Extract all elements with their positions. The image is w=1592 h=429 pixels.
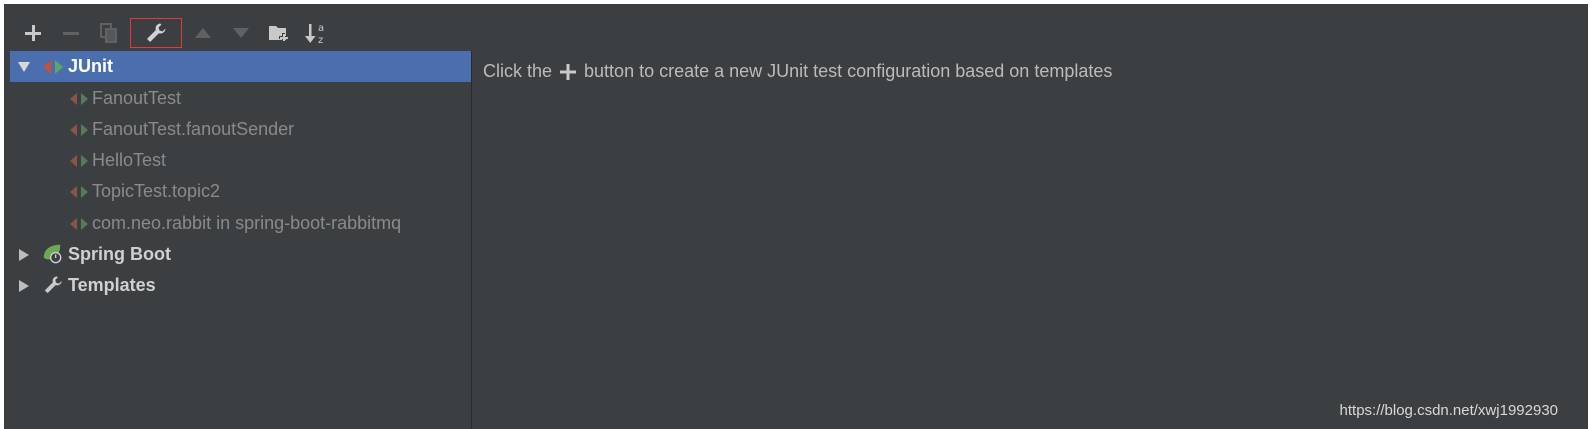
move-down-button[interactable] xyxy=(222,18,260,48)
junit-config-icon xyxy=(68,214,90,234)
sort-alphabetically-icon: a z xyxy=(305,23,324,45)
tree-item-config[interactable]: FanoutTest.fanoutSender xyxy=(10,114,471,145)
tree-item-label: TopicTest.topic2 xyxy=(92,181,221,201)
window-right-border xyxy=(1588,0,1592,429)
tree-item-config[interactable]: com.neo.rabbit in spring-boot-rabbitmq xyxy=(10,208,471,239)
sort-button[interactable]: a z xyxy=(298,18,336,48)
edit-templates-button[interactable] xyxy=(130,18,182,48)
window-left-border xyxy=(0,0,4,429)
junit-icon xyxy=(42,57,64,77)
junit-config-icon xyxy=(68,182,90,202)
message-text-after: button to create a new JUnit test config… xyxy=(584,61,1113,81)
move-up-icon xyxy=(195,28,211,38)
tree-item-label: com.neo.rabbit in spring-boot-rabbitmq xyxy=(92,213,402,233)
sort-glyph-z: z xyxy=(318,35,323,45)
tree-item-label: HelloTest xyxy=(92,150,167,170)
window-top-border xyxy=(0,0,1592,4)
watermark: https://blog.csdn.net/xwj1992930 xyxy=(1339,402,1558,419)
wrench-icon xyxy=(42,275,64,295)
collapsed-arrow-icon[interactable] xyxy=(17,248,31,262)
remove-button[interactable] xyxy=(52,18,90,48)
tree-item-label: FanoutTest.fanoutSender xyxy=(92,119,295,139)
move-up-button[interactable] xyxy=(184,18,222,48)
message-text-before: Click the xyxy=(483,61,553,81)
add-button[interactable] xyxy=(14,18,52,48)
configuration-tree: JUnit FanoutTest FanoutTest.fanoutSender… xyxy=(10,51,472,429)
expanded-arrow-icon[interactable] xyxy=(17,60,31,74)
tree-item-config[interactable]: HelloTest xyxy=(10,145,471,176)
move-down-icon xyxy=(233,28,249,38)
remove-icon xyxy=(63,32,79,35)
tree-item-spring-boot[interactable]: Spring Boot xyxy=(10,239,471,270)
junit-config-icon xyxy=(68,120,90,140)
new-folder-button[interactable] xyxy=(260,18,298,48)
junit-config-icon xyxy=(68,151,90,171)
copy-icon xyxy=(100,23,117,43)
add-icon xyxy=(560,63,577,80)
sort-glyph-a: a xyxy=(318,23,324,34)
copy-button[interactable] xyxy=(90,18,128,48)
tree-item-label: Templates xyxy=(68,275,156,295)
spring-boot-icon xyxy=(41,243,63,264)
new-folder-icon xyxy=(269,26,288,42)
tree-item-config[interactable]: TopicTest.topic2 xyxy=(10,176,471,207)
tree-item-templates[interactable]: Templates xyxy=(10,270,471,301)
tree-item-junit[interactable]: JUnit xyxy=(10,51,471,82)
tree-item-label: JUnit xyxy=(68,56,113,76)
empty-state-message: Click the button to create a new JUnit t… xyxy=(483,61,1112,82)
tree-item-label: Spring Boot xyxy=(68,244,171,264)
junit-config-icon xyxy=(68,89,90,109)
tree-item-label: FanoutTest xyxy=(92,88,182,108)
collapsed-arrow-icon[interactable] xyxy=(17,279,31,293)
wrench-icon xyxy=(147,23,166,42)
add-icon xyxy=(25,25,41,41)
tree-item-config[interactable]: FanoutTest xyxy=(10,83,471,114)
toolbar: a z xyxy=(14,18,336,48)
